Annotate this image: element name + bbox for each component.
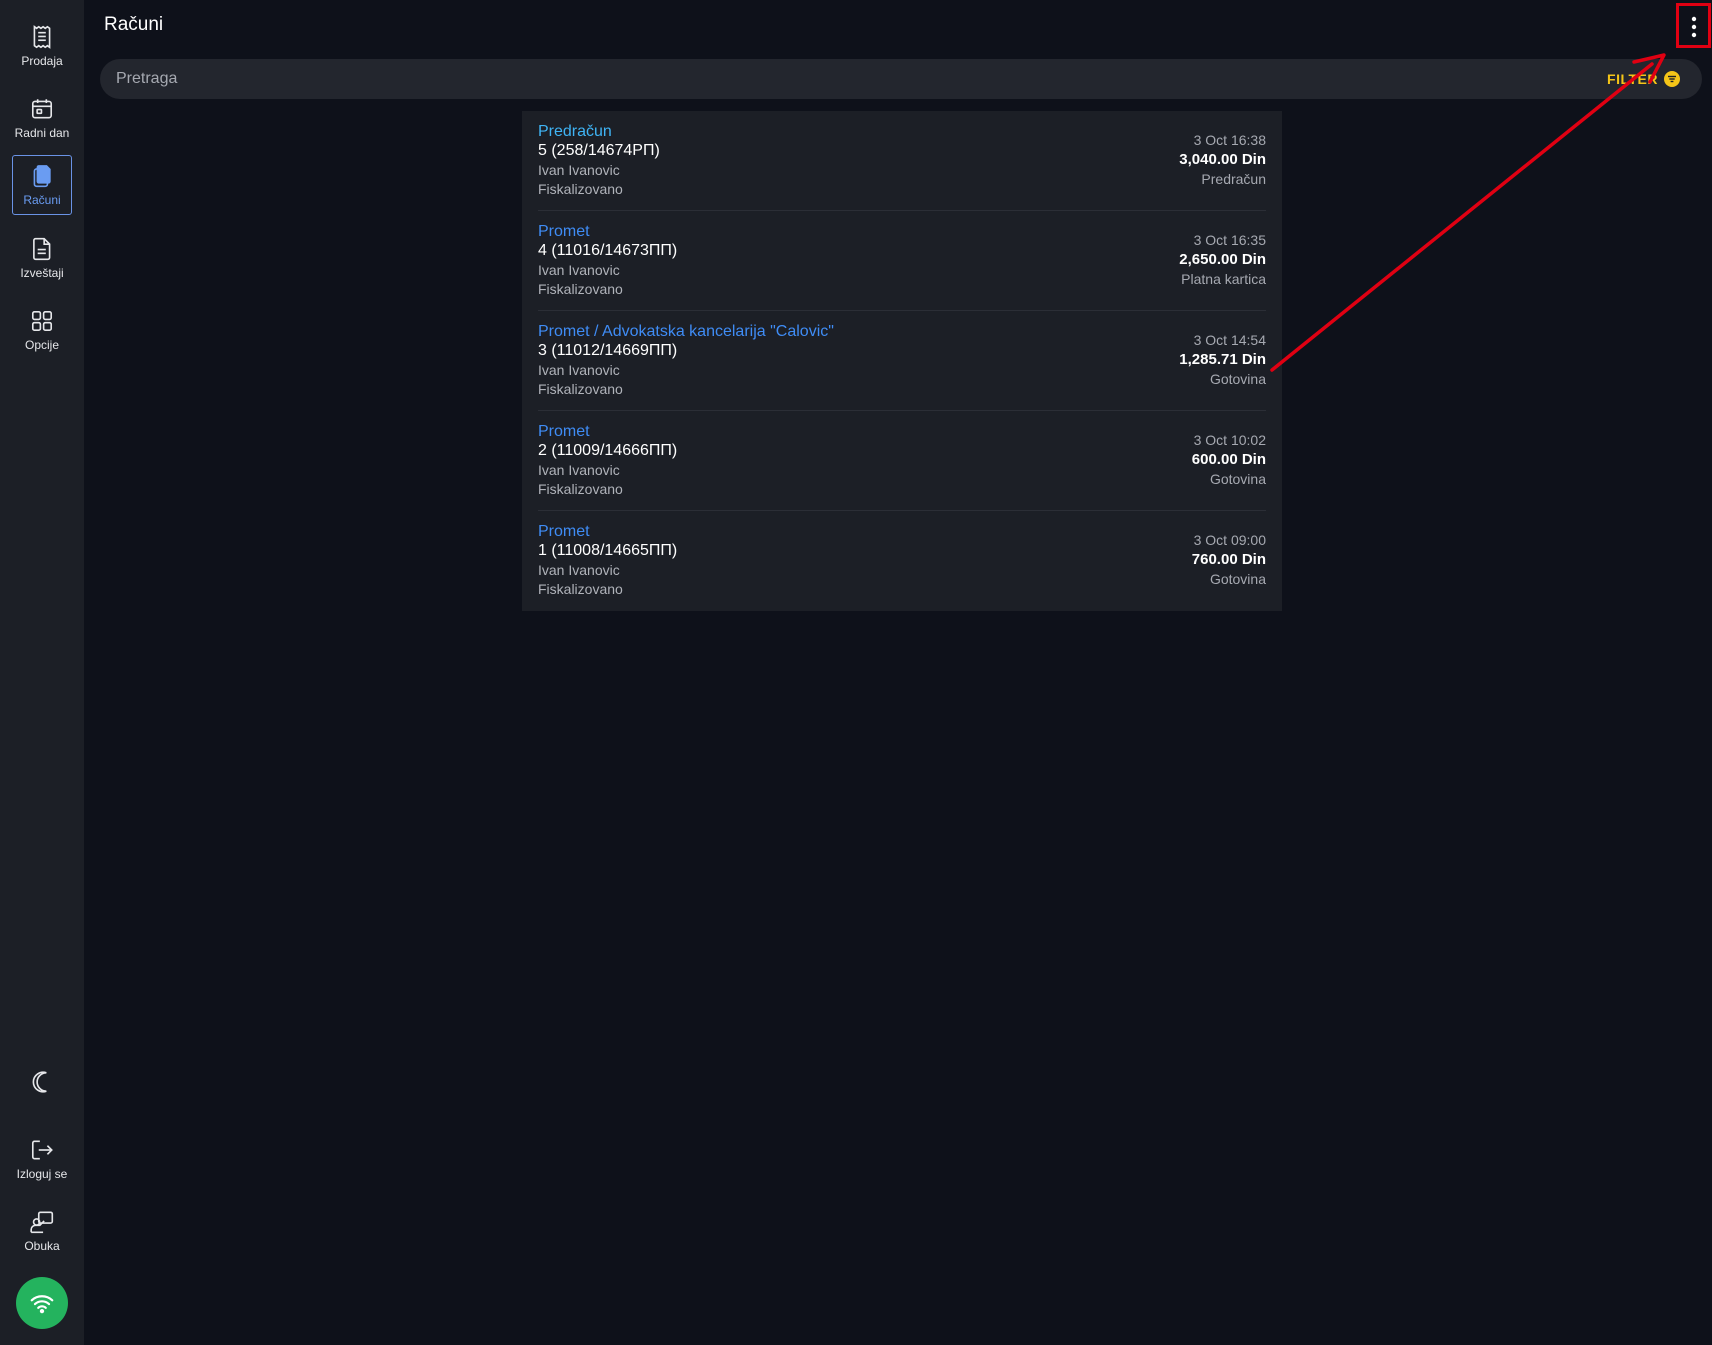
receipt-number: 3 (11012/14669ПП) <box>538 342 678 359</box>
receipt-number: 4 (11016/14673ПП) <box>538 242 678 259</box>
receipt-row[interactable]: Promet / Advokatska kancelarija "Calovic… <box>538 311 1266 411</box>
receipt-type: Promet <box>538 523 590 540</box>
receipt-payment-method: Gotovina <box>1209 371 1266 387</box>
logout-icon <box>31 1140 53 1160</box>
receipt-time: 3 Oct 10:02 <box>1193 432 1266 448</box>
receipt-row[interactable]: Predračun 5 (258/14674РП) Ivan Ivanovic … <box>538 111 1266 211</box>
receipt-payment-method: Platna kartica <box>1181 271 1266 287</box>
receipt-amount: 760.00 Din <box>1191 551 1266 568</box>
receipt-number: 2 (11009/14666ПП) <box>538 442 678 459</box>
receipt-row[interactable]: Promet 2 (11009/14666ПП) Ivan Ivanovic F… <box>538 411 1266 511</box>
receipt-number: 1 (11008/14665ПП) <box>538 542 678 559</box>
receipt-payment-method: Gotovina <box>1209 571 1266 587</box>
receipt-cashier: Ivan Ivanovic <box>538 362 620 378</box>
filter-label: FILTER <box>1607 71 1658 87</box>
app-window: Prodaja Radni dan Računi Izveštaji Opcij… <box>0 0 1712 1345</box>
sidebar-item-opcije[interactable]: Opcije <box>12 300 72 360</box>
receipt-amount: 600.00 Din <box>1191 451 1266 468</box>
grid-icon <box>31 310 53 332</box>
receipt-payment-method: Predračun <box>1201 171 1266 187</box>
logout-button[interactable]: Izloguj se <box>12 1129 72 1189</box>
receipt-amount: 1,285.71 Din <box>1179 351 1266 368</box>
sidebar-item-radni-dan[interactable]: Radni dan <box>12 88 72 148</box>
receipt-time: 3 Oct 16:38 <box>1193 132 1266 148</box>
page-title: Računi <box>104 14 164 35</box>
receipt-row[interactable]: Promet 4 (11016/14673ПП) Ivan Ivanovic F… <box>538 211 1266 311</box>
connection-status-button[interactable] <box>16 1277 68 1329</box>
receipt-cashier: Ivan Ivanovic <box>538 162 620 178</box>
sidebar-item-prodaja[interactable]: Prodaja <box>12 16 72 76</box>
sidebar-item-izvestaji[interactable]: Izveštaji <box>12 228 72 288</box>
receipt-row[interactable]: Promet 1 (11008/14665ПП) Ivan Ivanovic F… <box>538 511 1266 611</box>
wifi-icon <box>30 1295 54 1314</box>
training-button[interactable]: Obuka <box>12 1201 72 1261</box>
receipt-time: 3 Oct 16:35 <box>1193 232 1266 248</box>
training-icon <box>30 1211 54 1234</box>
sidebar-item-label: Izveštaji <box>20 266 64 280</box>
sidebar-item-label: Opcije <box>24 338 59 352</box>
sidebar: Prodaja Radni dan Računi Izveštaji Opcij… <box>0 0 84 1345</box>
sidebar-item-label: Prodaja <box>21 54 63 68</box>
search-bar: FILTER <box>100 59 1702 99</box>
receipt-time: 3 Oct 14:54 <box>1193 332 1266 348</box>
receipt-status: Fiskalizovano <box>538 481 623 497</box>
receipt-type: Promet <box>538 423 590 440</box>
more-options-button[interactable] <box>1676 6 1712 48</box>
receipt-list: Predračun 5 (258/14674РП) Ivan Ivanovic … <box>522 111 1282 611</box>
receipt-payment-method: Gotovina <box>1209 471 1266 487</box>
receipt-icon <box>33 25 51 49</box>
sidebar-item-label: Obuka <box>24 1239 60 1253</box>
sidebar-item-label: Izloguj se <box>16 1167 68 1181</box>
filter-button[interactable]: FILTER <box>1607 59 1680 99</box>
receipt-cashier: Ivan Ivanovic <box>538 462 620 478</box>
receipt-cashier: Ivan Ivanovic <box>538 562 620 578</box>
search-input[interactable] <box>116 59 1496 99</box>
documents-icon <box>33 165 51 188</box>
receipt-type: Promet / Advokatska kancelarija "Calovic… <box>538 323 834 340</box>
sidebar-item-label: Računi <box>23 193 61 207</box>
receipt-status: Fiskalizovano <box>538 381 623 397</box>
receipt-amount: 3,040.00 Din <box>1179 151 1266 168</box>
receipt-status: Fiskalizovano <box>538 181 623 197</box>
receipt-number: 5 (258/14674РП) <box>538 142 660 159</box>
receipt-time: 3 Oct 09:00 <box>1193 532 1266 548</box>
receipt-cashier: Ivan Ivanovic <box>538 262 620 278</box>
receipt-status: Fiskalizovano <box>538 581 623 597</box>
sidebar-item-label: Radni dan <box>14 126 70 140</box>
receipt-status: Fiskalizovano <box>538 281 623 297</box>
moon-icon <box>32 1071 47 1093</box>
report-icon <box>33 237 51 261</box>
dark-mode-toggle[interactable] <box>12 1054 72 1114</box>
receipt-type: Promet <box>538 223 590 240</box>
receipt-amount: 2,650.00 Din <box>1179 251 1266 268</box>
receipt-type: Predračun <box>538 123 612 140</box>
sidebar-item-racuni[interactable]: Računi <box>12 155 72 215</box>
calendar-icon <box>31 99 53 119</box>
more-vertical-icon <box>1691 16 1697 38</box>
filter-icon <box>1664 71 1680 87</box>
